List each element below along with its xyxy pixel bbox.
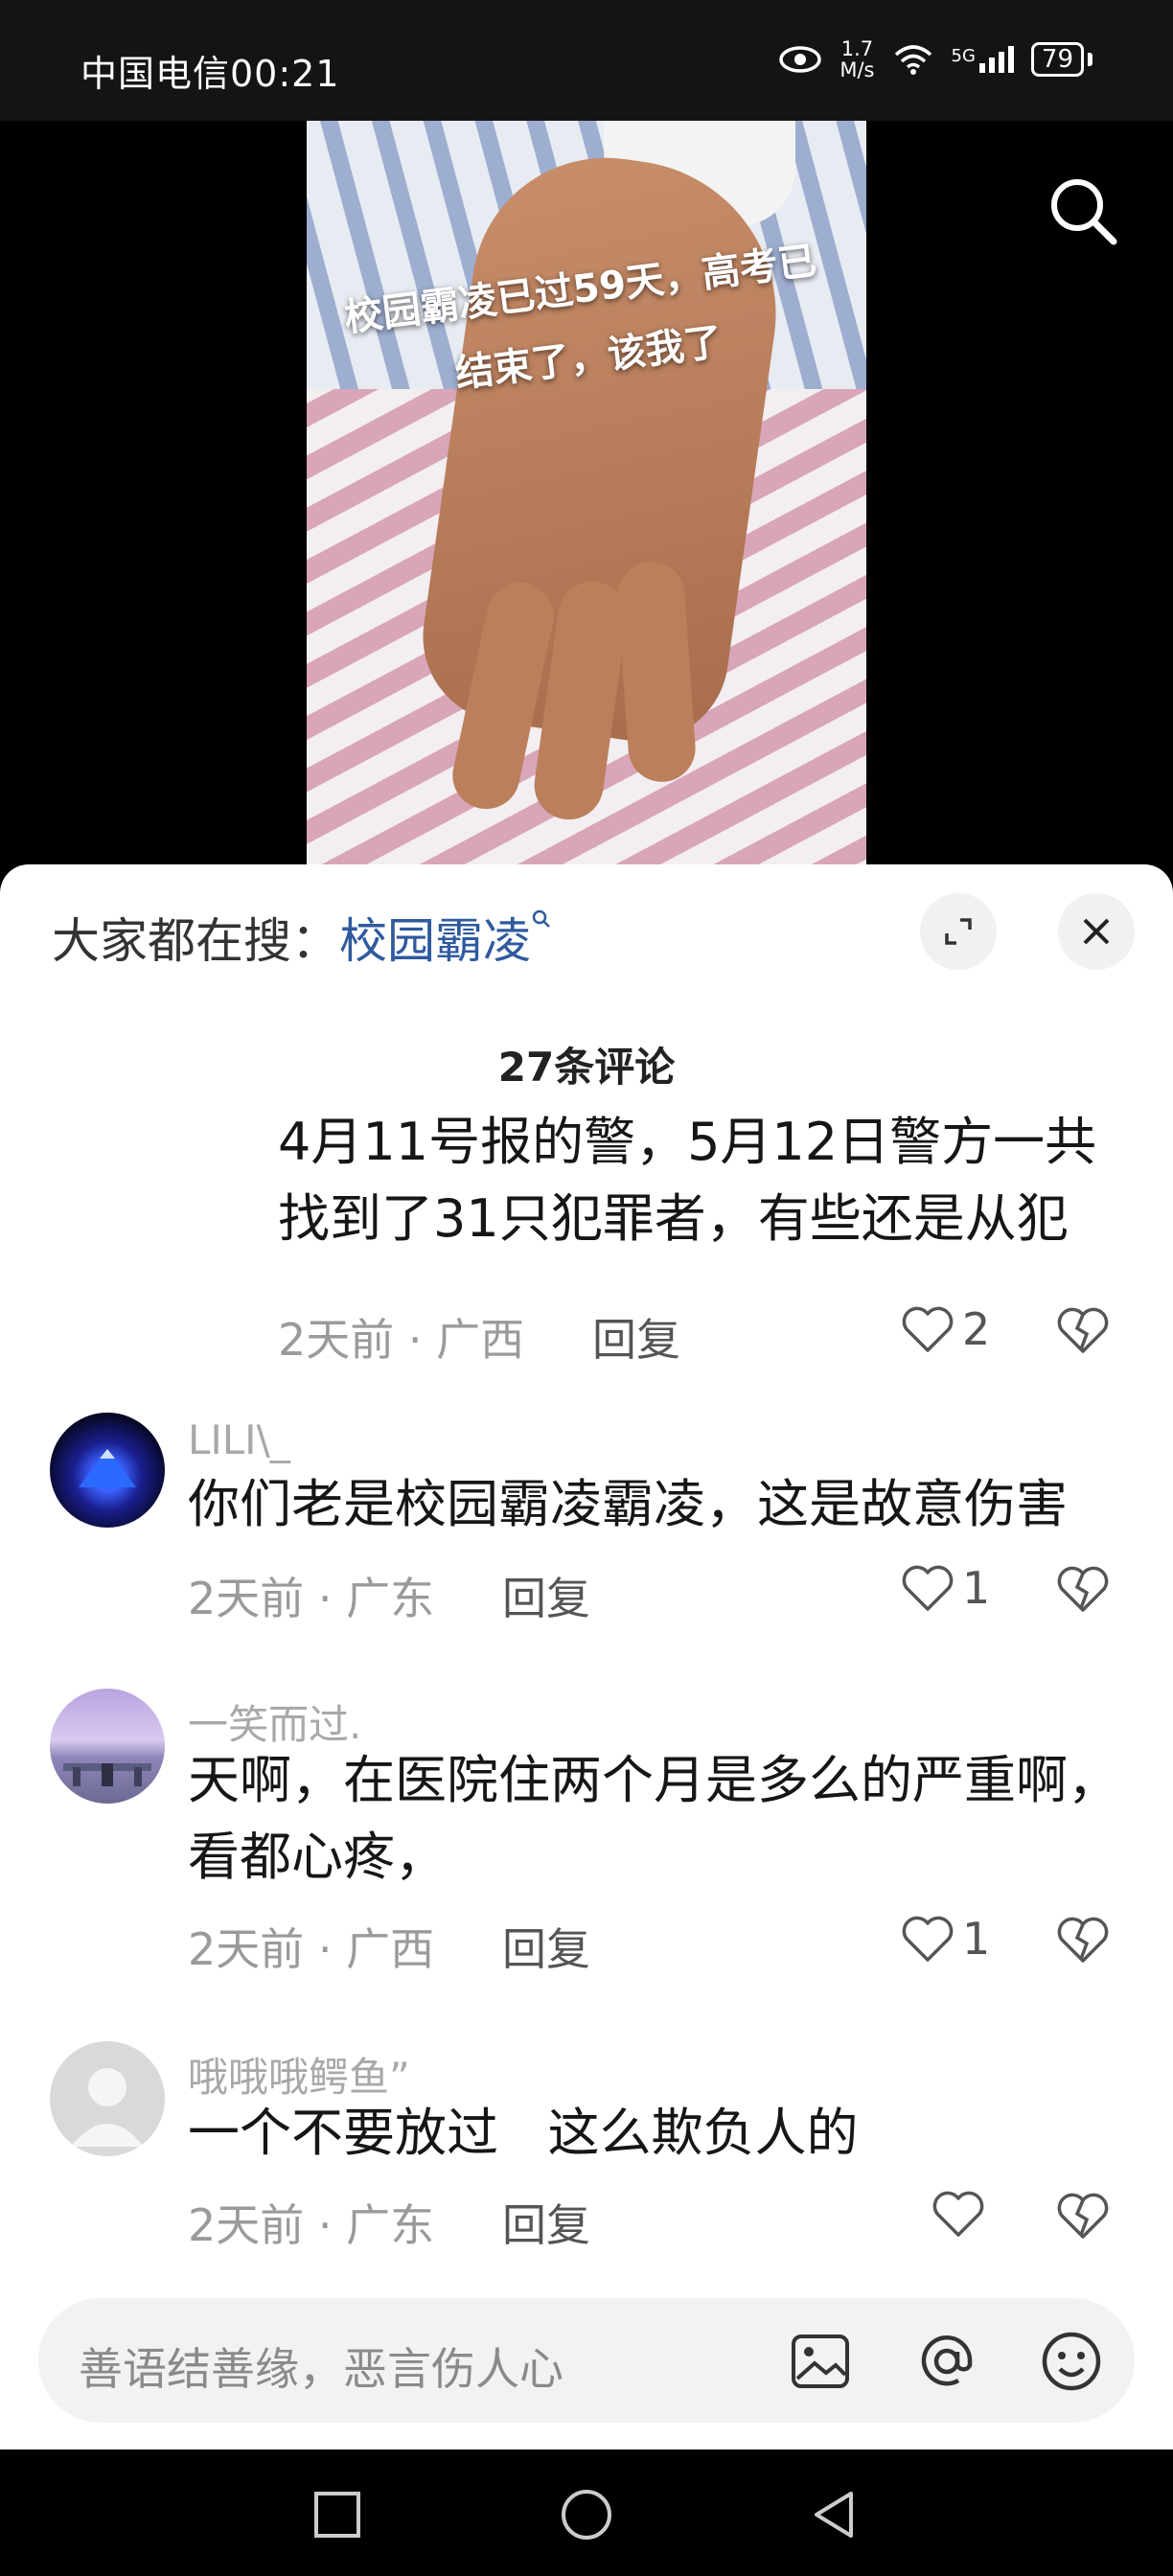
avatar-image: [79, 1449, 136, 1487]
heart-icon: [902, 1306, 954, 1352]
network-speed: 1.7 M/s: [840, 38, 874, 80]
battery-nub: [1088, 53, 1092, 66]
like-count: 2: [962, 1303, 991, 1355]
like-button[interactable]: 1: [901, 1913, 990, 1965]
broken-heart-icon[interactable]: [1056, 1915, 1110, 1965]
battery-indicator: 79: [1030, 42, 1084, 77]
reply-button[interactable]: 回复: [592, 1305, 680, 1368]
like-button[interactable]: 2: [901, 1303, 990, 1355]
avatar[interactable]: [50, 1689, 165, 1804]
search-icon: [532, 909, 550, 928]
heart-icon: [902, 1916, 954, 1962]
heart-icon: [902, 1565, 954, 1611]
recents-icon[interactable]: [309, 2486, 366, 2543]
status-icons: 1.7 M/s 5G 79: [778, 38, 1092, 80]
like-button[interactable]: [932, 2189, 993, 2239]
comment-text[interactable]: 你们老是校园霸凌霸凌，这是故意伤害: [188, 1466, 1173, 1543]
comment-meta: 2天前 · 广东: [188, 1573, 435, 1624]
carrier-time: 中国电信00:21: [80, 53, 340, 95]
home-icon[interactable]: [558, 2486, 615, 2543]
speed-value: 1.7: [840, 37, 874, 60]
network-type: 5G: [951, 46, 976, 66]
image-icon[interactable]: [788, 2329, 853, 2394]
like-count: 1: [962, 1562, 991, 1614]
default-avatar-icon: [71, 2068, 144, 2147]
like-button[interactable]: 1: [901, 1562, 990, 1614]
video-player[interactable]: 校园霸凌已过59天，高考已结束了，该我了: [0, 121, 1173, 868]
comment-text[interactable]: 天啊，在医院住两个月是多么的严重啊，看都心疼，: [188, 1742, 1146, 1896]
broken-heart-icon[interactable]: [1056, 1564, 1110, 1614]
reply-button[interactable]: 回复: [502, 1564, 590, 1627]
speed-unit: M/s: [840, 58, 875, 81]
username[interactable]: LILI\_: [188, 1416, 290, 1463]
comment-input-bar[interactable]: 善语结善缘，恶言伤人心: [38, 2298, 1135, 2423]
avatar[interactable]: [50, 2041, 165, 2156]
status-bar: 中国电信00:21 1.7 M/s 5G 79: [0, 0, 1173, 121]
system-nav-bar: [0, 2450, 1173, 2576]
close-button[interactable]: [1058, 893, 1135, 970]
trending-prefix: 大家都在搜：: [52, 913, 339, 969]
comment-meta: 2天前 · 广西: [278, 1314, 525, 1366]
comment-text[interactable]: 4月11号报的警，5月12日警方一共找到了31只犯罪者，有些还是从犯: [278, 1104, 1140, 1257]
back-icon[interactable]: [807, 2486, 864, 2543]
trending-search[interactable]: 大家都在搜：校园霸凌: [52, 903, 552, 972]
reply-button[interactable]: 回复: [502, 2191, 590, 2254]
emoji-icon[interactable]: [1039, 2329, 1104, 2394]
expand-icon: [945, 918, 972, 945]
reply-button[interactable]: 回复: [502, 1915, 590, 1978]
close-icon: [1083, 918, 1110, 945]
expand-button[interactable]: [920, 893, 997, 970]
heart-icon: [932, 2191, 984, 2237]
video-frame[interactable]: 校园霸凌已过59天，高考已结束了，该我了: [307, 121, 866, 868]
comment-meta: 2天前 · 广东: [188, 2199, 435, 2251]
like-count: 1: [962, 1913, 991, 1965]
eye-icon: [779, 46, 822, 73]
broken-heart-icon[interactable]: [1056, 1305, 1110, 1355]
comment-meta: 2天前 · 广西: [188, 1923, 435, 1975]
comment-count: 27条评论: [497, 1044, 676, 1091]
comment-sheet: 大家都在搜：校园霸凌 27条评论 4月11号报的警，5月12日警方一共找到了31…: [0, 864, 1173, 2450]
search-icon[interactable]: [1046, 174, 1119, 247]
comment-input-placeholder[interactable]: 善语结善缘，恶言伤人心: [79, 2334, 564, 2398]
avatar[interactable]: [50, 1413, 165, 1528]
comment-text[interactable]: 一个不要放过 这么欺负人的: [188, 2095, 1173, 2172]
at-icon[interactable]: [914, 2329, 979, 2394]
signal-icon: 5G: [952, 46, 1014, 73]
avatar-image: [63, 1763, 151, 1786]
battery-level: 79: [1041, 45, 1073, 74]
wifi-icon: [894, 45, 932, 75]
trending-keyword[interactable]: 校园霸凌: [339, 913, 531, 969]
broken-heart-icon[interactable]: [1056, 2191, 1110, 2241]
